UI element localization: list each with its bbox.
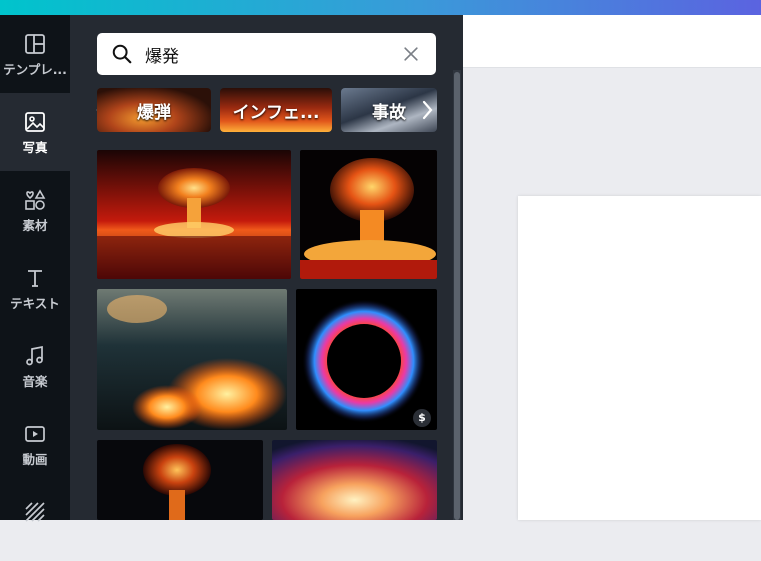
nav-photos[interactable]: 写真 [0, 93, 70, 171]
premium-badge: $ [413, 409, 431, 427]
photos-panel: 爆弾 インフェ... 事故 [70, 15, 463, 520]
nav-background[interactable] [0, 483, 70, 561]
text-icon [28, 270, 42, 287]
search-input[interactable] [145, 41, 385, 67]
result-image-colorful-powder-ring[interactable]: $ [296, 289, 437, 430]
nav-photos-label: 写真 [22, 140, 48, 155]
nav-text-label: テキスト [10, 296, 60, 311]
chip-inferno[interactable]: インフェ... [220, 88, 332, 132]
nav-text[interactable]: テキスト [0, 249, 70, 327]
chip-label: 事故 [372, 102, 406, 123]
explosion-photo [296, 289, 437, 430]
explosion-photo [97, 289, 287, 430]
result-image-fire-sparks-ground[interactable] [97, 289, 287, 430]
nav-video-label: 動画 [22, 452, 48, 467]
explosion-photo [272, 440, 437, 520]
background-icon [25, 502, 45, 522]
explosion-photo [97, 440, 263, 520]
chevron-right-icon[interactable] [415, 88, 439, 132]
result-image-color-burst[interactable] [272, 440, 437, 520]
chip-bomb[interactable]: 爆弾 [97, 88, 211, 132]
shapes-icon [25, 189, 46, 210]
nav-templates[interactable]: テンプレ... [0, 15, 70, 93]
explosion-photo [97, 150, 291, 279]
music-icon [26, 345, 43, 366]
video-icon [25, 426, 45, 442]
photo-icon [25, 112, 45, 132]
result-image-nuclear-explosion-ocean[interactable] [97, 150, 291, 279]
nav-video[interactable]: 動画 [0, 405, 70, 483]
nav-music-label: 音楽 [22, 374, 48, 389]
chip-label: 爆弾 [137, 102, 171, 123]
nav-templates-label: テンプレ... [3, 62, 67, 77]
brand-gradient-bar [0, 0, 761, 15]
design-canvas[interactable] [518, 196, 761, 520]
nav-elements-label: 素材 [22, 218, 48, 233]
clear-search-icon[interactable] [401, 44, 421, 64]
panel-scrollbar-thumb[interactable] [454, 72, 460, 520]
search-box [97, 33, 436, 75]
suggestion-chips: 爆弾 インフェ... 事故 [70, 88, 463, 134]
side-navigation: テンプレ... 写真 素材 テキスト 音楽 動画 [0, 15, 70, 522]
nav-music[interactable]: 音楽 [0, 327, 70, 405]
explosion-photo [300, 150, 437, 279]
editor-toolbar [463, 15, 761, 68]
result-image-mushroom-cloud-fire[interactable] [300, 150, 437, 279]
layout-icon [25, 34, 45, 54]
search-icon [112, 44, 132, 64]
chip-label: インフェ... [232, 102, 320, 123]
result-image-mushroom-cloud-dark[interactable] [97, 440, 263, 520]
nav-elements[interactable]: 素材 [0, 171, 70, 249]
